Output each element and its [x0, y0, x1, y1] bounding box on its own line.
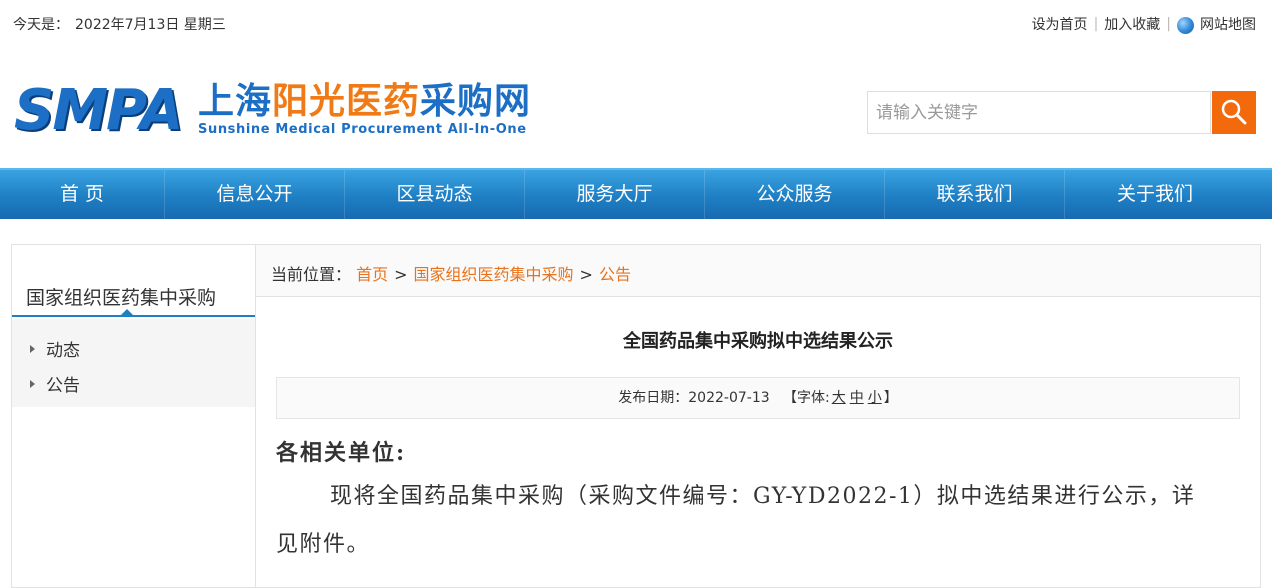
logo-abbr: SMPA	[14, 78, 183, 143]
font-size-medium[interactable]: 中	[850, 390, 864, 406]
logo-cn-part1: 上海	[198, 81, 273, 122]
breadcrumb-separator: >	[579, 265, 593, 284]
article-meta: 发布日期：2022-07-13 【字体: 大中小】	[276, 377, 1240, 419]
logo-cn-part3: 采购网	[420, 81, 532, 122]
breadcrumb-separator: >	[394, 265, 408, 284]
breadcrumb-home[interactable]: 首页	[356, 265, 388, 284]
top-bar: 今天是： 2022年7月13日 星期三 设为首页 | 加入收藏 | 网站地图	[0, 0, 1272, 46]
set-homepage-link[interactable]: 设为首页	[1032, 14, 1088, 34]
nav-item-info-disclosure[interactable]: 信息公开	[165, 170, 345, 219]
search-input[interactable]	[867, 91, 1211, 134]
article-greeting: 各相关单位:	[276, 440, 407, 466]
sidebar-item-announcement[interactable]: 公告	[12, 366, 255, 401]
publish-date: 2022-07-13	[688, 390, 770, 406]
nav-item-public-service[interactable]: 公众服务	[705, 170, 885, 219]
logo-english-name: Sunshine Medical Procurement All-In-One	[198, 122, 527, 137]
date-value: 2022年7月13日 星期三	[75, 17, 226, 33]
triangle-right-icon	[30, 379, 35, 388]
site-logo[interactable]: SMPA 上海阳光医药采购网 Sunshine Medical Procurem…	[12, 80, 532, 142]
search-button[interactable]	[1212, 91, 1256, 134]
notch-indicator	[120, 309, 134, 316]
font-size-large[interactable]: 大	[832, 390, 846, 406]
divider: |	[1093, 16, 1099, 32]
article-title: 全国药品集中采购拟中选结果公示	[623, 331, 893, 352]
nav-item-service-hall[interactable]: 服务大厅	[525, 170, 705, 219]
sidebar-list: 动态 公告	[12, 319, 255, 407]
main-nav: 首 页 信息公开 区县动态 服务大厅 公众服务 联系我们 关于我们	[0, 168, 1272, 219]
triangle-right-icon	[30, 344, 35, 353]
sidebar-item-label: 公告	[46, 376, 80, 396]
logo-cn-part2: 阳光医药	[272, 81, 421, 122]
current-date: 今天是： 2022年7月13日 星期三	[13, 14, 232, 34]
nav-item-about-us[interactable]: 关于我们	[1065, 170, 1245, 219]
breadcrumb-current[interactable]: 公告	[599, 265, 631, 284]
nav-item-district-news[interactable]: 区县动态	[345, 170, 525, 219]
sidebar-item-label: 动态	[46, 341, 80, 361]
top-links: 设为首页 | 加入收藏 | 网站地图	[1032, 14, 1256, 34]
globe-icon	[1177, 16, 1194, 34]
sitemap-link[interactable]: 网站地图	[1200, 14, 1256, 34]
main-content: 当前位置： 首页 > 国家组织医药集中采购 > 公告 全国药品集中采购拟中选结果公示 发…	[256, 244, 1261, 588]
sidebar-title-text: 国家组织医药集中采购	[26, 287, 217, 309]
nav-item-home[interactable]: 首 页	[0, 170, 165, 219]
font-size-label: 【字体:	[783, 390, 830, 406]
breadcrumb-category[interactable]: 国家组织医药集中采购	[414, 265, 574, 284]
date-label: 今天是：	[13, 17, 69, 33]
sidebar: 国家组织医药集中采购 动态 公告	[11, 244, 256, 588]
breadcrumb-label: 当前位置：	[271, 265, 352, 284]
search-icon	[1221, 99, 1247, 125]
logo-chinese-name: 上海阳光医药采购网	[198, 82, 531, 122]
publish-date-label: 发布日期：	[618, 390, 689, 406]
add-favorite-link[interactable]: 加入收藏	[1104, 14, 1160, 34]
font-size-label-close: 】	[883, 390, 898, 406]
font-size-small[interactable]: 小	[868, 390, 882, 406]
article-paragraph: 现将全国药品集中采购（采购文件编号：GY-YD2022-1）拟中选结果进行公示，…	[276, 484, 1196, 557]
breadcrumb: 当前位置： 首页 > 国家组织医药集中采购 > 公告	[256, 245, 1260, 297]
article-body: 各相关单位: 现将全国药品集中采购（采购文件编号：GY-YD2022-1）拟中选…	[276, 435, 1216, 569]
nav-item-contact-us[interactable]: 联系我们	[885, 170, 1065, 219]
sidebar-item-news[interactable]: 动态	[12, 331, 255, 366]
divider: |	[1166, 16, 1171, 32]
sidebar-title: 国家组织医药集中采购	[12, 245, 255, 317]
